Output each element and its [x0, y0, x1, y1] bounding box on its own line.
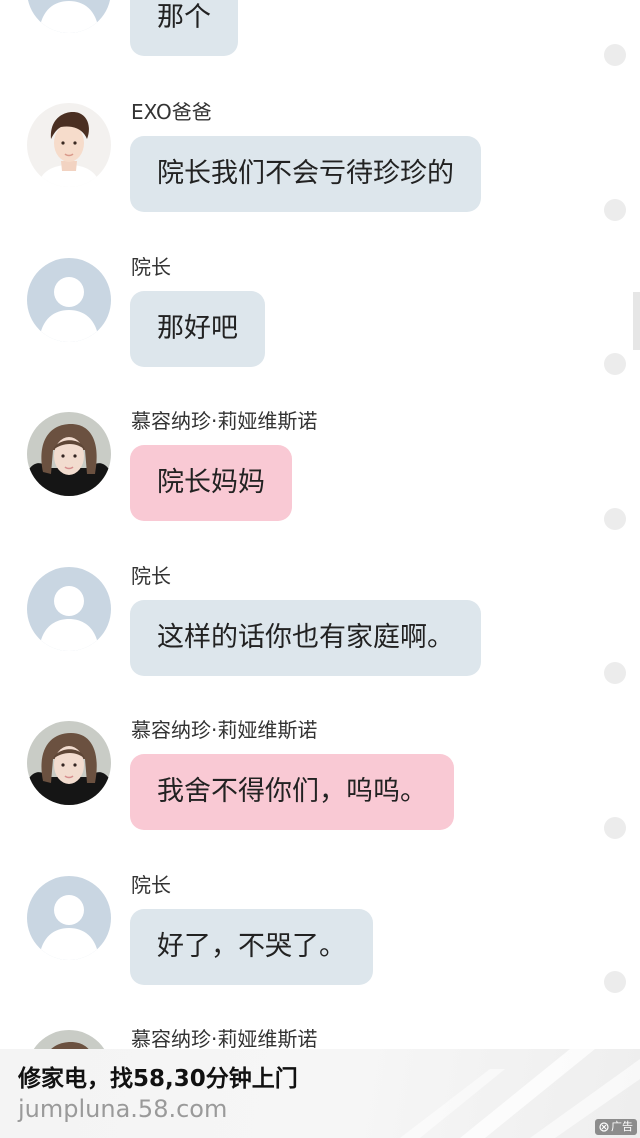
- sender-name: 院长: [131, 564, 171, 588]
- girl-photo-avatar[interactable]: [27, 412, 111, 496]
- message-select-dot[interactable]: [604, 353, 626, 375]
- message-select-dot[interactable]: [604, 971, 626, 993]
- message-bubble[interactable]: 院长妈妈: [130, 445, 292, 521]
- ad-badge-label: 广告: [611, 1120, 633, 1133]
- ad-title[interactable]: 修家电，找58,30分钟上门: [18, 1059, 298, 1093]
- sender-name: EXO爸爸: [131, 100, 212, 124]
- message-bubble[interactable]: 这样的话你也有家庭啊。: [130, 600, 481, 676]
- message-bubble[interactable]: 院长我们不会亏待珍珍的: [130, 136, 481, 212]
- message-select-dot[interactable]: [604, 508, 626, 530]
- message-select-dot[interactable]: [604, 44, 626, 66]
- ad-domain[interactable]: jumpluna.58.com: [18, 1095, 227, 1123]
- boy-photo-avatar[interactable]: [27, 103, 111, 187]
- message-select-dot[interactable]: [604, 662, 626, 684]
- ad-banner[interactable]: 修家电，找58,30分钟上门 jumpluna.58.com 广告: [0, 1049, 640, 1138]
- default-avatar[interactable]: [27, 0, 111, 33]
- default-avatar[interactable]: [27, 876, 111, 960]
- default-avatar[interactable]: [27, 567, 111, 651]
- message-bubble[interactable]: 好了，不哭了。: [130, 909, 373, 985]
- message-select-dot[interactable]: [604, 817, 626, 839]
- sender-name: 慕容纳珍·莉娅维斯诺: [131, 718, 318, 742]
- sender-name: 慕容纳珍·莉娅维斯诺: [131, 1027, 318, 1051]
- message-bubble[interactable]: 我舍不得你们，呜呜。: [130, 754, 454, 830]
- sender-name: 慕容纳珍·莉娅维斯诺: [131, 409, 318, 433]
- ad-badge[interactable]: 广告: [595, 1119, 637, 1135]
- ad-close-icon: [599, 1122, 609, 1132]
- chat-screen: 那个 EXO爸爸 院长我们不会亏待珍珍的 院长 那好吧 慕容纳珍·莉娅维斯诺 院…: [0, 0, 640, 1138]
- message-bubble[interactable]: 那好吧: [130, 291, 265, 367]
- sender-name: 院长: [131, 255, 171, 279]
- girl-photo-avatar[interactable]: [27, 721, 111, 805]
- sender-name: 院长: [131, 873, 171, 897]
- scrollbar[interactable]: [633, 292, 640, 350]
- message-bubble[interactable]: 那个: [130, 0, 238, 56]
- default-avatar[interactable]: [27, 258, 111, 342]
- message-select-dot[interactable]: [604, 199, 626, 221]
